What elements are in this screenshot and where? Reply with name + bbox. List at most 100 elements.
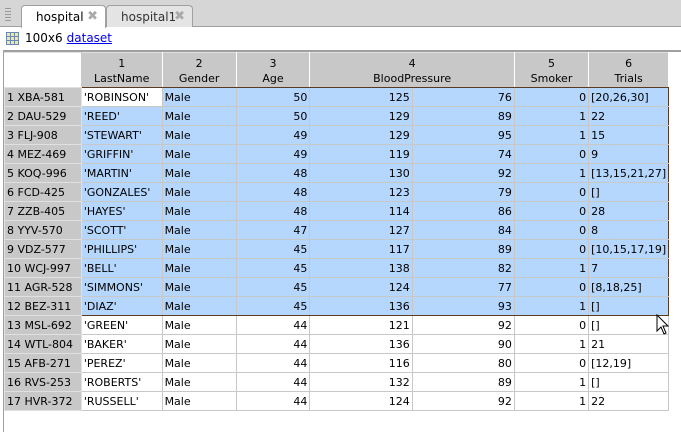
cell-smoker[interactable]: 0 [514,145,588,164]
corner-cell[interactable] [5,53,82,88]
row-header[interactable]: 7 ZZB-405 [5,202,82,221]
cell-lastname[interactable]: 'GREEN' [81,316,162,335]
cell-gender[interactable]: Male [162,335,236,354]
row-header[interactable]: 5 KOQ-996 [5,164,82,183]
cell-bp1[interactable]: 124 [310,392,412,411]
cell-age[interactable]: 50 [236,88,310,107]
cell-bp1[interactable]: 116 [310,354,412,373]
row-header[interactable]: 8 YYV-570 [5,221,82,240]
cell-gender[interactable]: Male [162,278,236,297]
cell-bp2[interactable]: 79 [412,183,514,202]
cell-bp2[interactable]: 74 [412,145,514,164]
cell-trials[interactable]: 15 [589,126,669,145]
cell-bp1[interactable]: 121 [310,316,412,335]
cell-gender[interactable]: Male [162,354,236,373]
row-header[interactable]: 15 AFB-271 [5,354,82,373]
cell-lastname[interactable]: 'BAKER' [81,335,162,354]
cell-trials[interactable]: 21 [589,335,669,354]
cell-trials[interactable]: [8,18,25] [589,278,669,297]
close-icon[interactable]: ✖ [87,9,98,24]
row-header[interactable]: 3 FLJ-908 [5,126,82,145]
cell-lastname[interactable]: 'REED' [81,107,162,126]
cell-lastname[interactable]: 'GRIFFIN' [81,145,162,164]
cell-age[interactable]: 44 [236,316,310,335]
cell-bp2[interactable]: 80 [412,354,514,373]
cell-bp1[interactable]: 129 [310,107,412,126]
cell-bp2[interactable]: 92 [412,392,514,411]
cell-age[interactable]: 44 [236,373,310,392]
cell-bp2[interactable]: 82 [412,259,514,278]
cell-smoker[interactable]: 1 [514,392,588,411]
cell-age[interactable]: 47 [236,221,310,240]
cell-bp1[interactable]: 129 [310,126,412,145]
cell-bp1[interactable]: 124 [310,278,412,297]
cell-lastname[interactable]: 'PHILLIPS' [81,240,162,259]
cell-gender[interactable]: Male [162,316,236,335]
cell-trials[interactable]: 8 [589,221,669,240]
cell-bp1[interactable]: 136 [310,335,412,354]
cell-smoker[interactable]: 0 [514,202,588,221]
cell-lastname[interactable]: 'BELL' [81,259,162,278]
row-header[interactable]: 2 DAU-529 [5,107,82,126]
cell-gender[interactable]: Male [162,145,236,164]
cell-lastname[interactable]: 'GONZALES' [81,183,162,202]
cell-age[interactable]: 45 [236,297,310,316]
cell-trials[interactable]: [10,15,17,19] [589,240,669,259]
cell-trials[interactable]: 28 [589,202,669,221]
cell-lastname[interactable]: 'MARTIN' [81,164,162,183]
cell-smoker[interactable]: 1 [514,373,588,392]
cell-age[interactable]: 49 [236,126,310,145]
cell-bp1[interactable]: 127 [310,221,412,240]
tab-hospital1[interactable]: hospital1 ✖ [106,5,193,27]
cell-trials[interactable]: [13,15,21,27] [589,164,669,183]
cell-lastname[interactable]: 'SIMMONS' [81,278,162,297]
column-header-smoker[interactable]: 5Smoker [514,53,588,88]
cell-smoker[interactable]: 0 [514,240,588,259]
cell-trials[interactable]: 7 [589,259,669,278]
drag-grip-icon[interactable] [5,8,11,22]
row-header[interactable]: 1 XBA-581 [5,88,82,107]
cell-lastname[interactable]: 'PEREZ' [81,354,162,373]
column-header-trials[interactable]: 6Trials [589,53,669,88]
cell-lastname[interactable]: 'DIAZ' [81,297,162,316]
cell-smoker[interactable]: 1 [514,297,588,316]
cell-gender[interactable]: Male [162,373,236,392]
cell-bp1[interactable]: 119 [310,145,412,164]
cell-bp1[interactable]: 125 [310,88,412,107]
cell-trials[interactable]: [] [589,373,669,392]
row-header[interactable]: 11 AGR-528 [5,278,82,297]
column-header-bloodpressure[interactable]: 4BloodPressure [310,53,515,88]
cell-lastname[interactable]: 'ROBERTS' [81,373,162,392]
cell-gender[interactable]: Male [162,88,236,107]
cell-smoker[interactable]: 1 [514,335,588,354]
row-header[interactable]: 17 HVR-372 [5,392,82,411]
cell-age[interactable]: 44 [236,392,310,411]
cell-gender[interactable]: Male [162,297,236,316]
row-header[interactable]: 4 MEZ-469 [5,145,82,164]
cell-gender[interactable]: Male [162,107,236,126]
close-icon[interactable]: ✖ [174,9,185,24]
cell-smoker[interactable]: 0 [514,316,588,335]
row-header[interactable]: 13 MSL-692 [5,316,82,335]
cell-bp2[interactable]: 90 [412,335,514,354]
cell-bp2[interactable]: 77 [412,278,514,297]
cell-smoker[interactable]: 1 [514,107,588,126]
cell-smoker[interactable]: 1 [514,259,588,278]
cell-bp1[interactable]: 132 [310,373,412,392]
cell-smoker[interactable]: 1 [514,164,588,183]
cell-smoker[interactable]: 1 [514,126,588,145]
dataset-link[interactable]: dataset [67,31,112,45]
cell-gender[interactable]: Male [162,202,236,221]
row-header[interactable]: 16 RVS-253 [5,373,82,392]
cell-bp2[interactable]: 89 [412,107,514,126]
cell-trials[interactable]: [12,19] [589,354,669,373]
cell-age[interactable]: 50 [236,107,310,126]
cell-gender[interactable]: Male [162,164,236,183]
column-header-lastname[interactable]: 1LastName [81,53,162,88]
row-header[interactable]: 14 WTL-804 [5,335,82,354]
column-header-age[interactable]: 3Age [236,53,310,88]
cell-age[interactable]: 44 [236,335,310,354]
cell-age[interactable]: 48 [236,164,310,183]
cell-bp2[interactable]: 92 [412,164,514,183]
cell-bp1[interactable]: 117 [310,240,412,259]
